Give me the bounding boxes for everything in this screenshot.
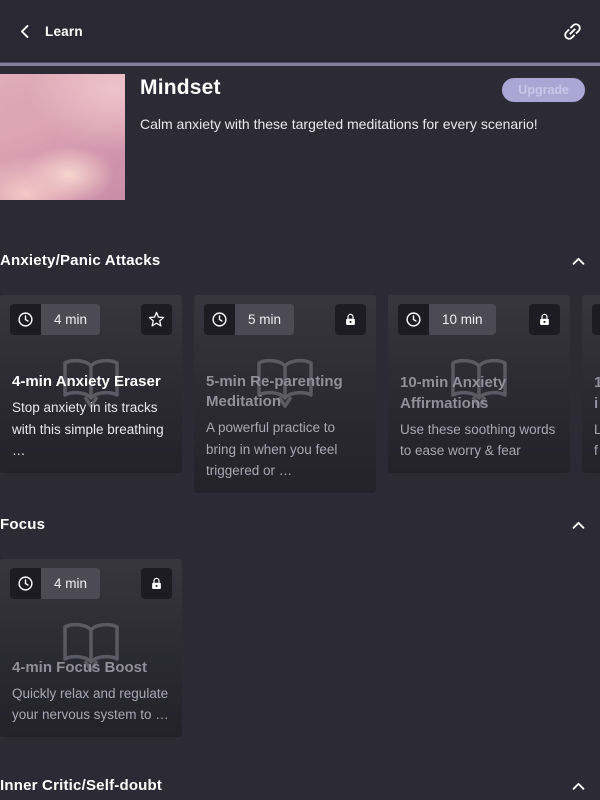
card-badges: 4 min <box>0 559 182 608</box>
duration-badge: 4 min <box>10 304 101 335</box>
duration-label: 4 min <box>41 304 101 335</box>
card-text: 4-min Anxiety Eraser Stop anxiety in its… <box>0 364 182 473</box>
meditation-section: Inner Critic/Self-doubt <box>0 777 600 794</box>
meditation-card[interactable]: 1 i L f <box>582 295 600 473</box>
share-link-button[interactable] <box>561 20 584 43</box>
card-text: 4-min Focus Boost Quickly relax and regu… <box>0 650 182 737</box>
card-text: 1 i L f <box>582 365 600 473</box>
meditation-section: Focus 4 min 4-min Focus Boost Quickly re… <box>0 516 600 737</box>
locked-badge <box>529 304 560 335</box>
section-header: Focus <box>0 516 600 533</box>
app-screen: Learn Mindset Upgrade Calm anxiety with … <box>0 0 600 800</box>
meditation-section: Anxiety/Panic Attacks 4 min 4-min Anxiet… <box>0 252 600 493</box>
duration-badge: 4 min <box>10 568 101 599</box>
duration-label: 5 min <box>235 304 295 335</box>
card-title: 10-min Anxiety Affirmations <box>400 374 507 412</box>
collapse-section-button[interactable] <box>570 518 587 532</box>
duration-badge <box>592 304 600 335</box>
upgrade-button[interactable]: Upgrade <box>502 78 585 102</box>
card-badges: 10 min <box>388 295 570 344</box>
card-description: A powerful practice to bring in when you… <box>206 420 338 479</box>
link-icon <box>561 20 584 43</box>
duration-label: 4 min <box>41 568 101 599</box>
section-header: Inner Critic/Self-doubt <box>0 777 600 794</box>
card-text: 10-min Anxiety Affirmations Use these so… <box>388 365 570 473</box>
collection-header: Mindset Upgrade Calm anxiety with these … <box>0 74 600 200</box>
star-icon <box>148 311 165 328</box>
collapse-section-button[interactable] <box>570 254 587 268</box>
card-row: 4 min 4-min Anxiety Eraser Stop anxiety … <box>0 295 600 493</box>
back-label: Learn <box>45 23 83 39</box>
chevron-up-icon <box>570 779 587 793</box>
clock-icon <box>10 568 41 599</box>
lock-icon <box>343 312 358 328</box>
clock-icon <box>204 304 235 335</box>
header-divider <box>0 62 600 66</box>
card-badges: 5 min <box>194 295 376 344</box>
section-title: Anxiety/Panic Attacks <box>0 252 161 269</box>
lock-icon <box>537 312 552 328</box>
sections: Anxiety/Panic Attacks 4 min 4-min Anxiet… <box>0 252 600 794</box>
collapse-section-button[interactable] <box>570 779 587 793</box>
card-title: 4-min Anxiety Eraser <box>12 372 161 390</box>
card-title: 4-min Focus Boost <box>12 658 148 676</box>
clock-icon <box>592 304 600 335</box>
card-row: 4 min 4-min Focus Boost Quickly relax an… <box>0 559 600 737</box>
top-bar: Learn <box>0 0 600 62</box>
back-button[interactable]: Learn <box>16 22 83 41</box>
meditation-card[interactable]: 10 min 10-min Anxiety Affirmations Use t… <box>388 295 570 473</box>
meditation-card[interactable]: 4 min 4-min Focus Boost Quickly relax an… <box>0 559 182 737</box>
card-title: 1 i <box>594 374 600 412</box>
card-description: Stop anxiety in its tracks with this sim… <box>12 400 164 459</box>
card-text: 5-min Re-parenting Meditation A powerful… <box>194 364 376 493</box>
card-title: 5-min Re-parenting Meditation <box>206 372 343 410</box>
card-description: L f <box>594 421 600 459</box>
duration-badge: 5 min <box>204 304 295 335</box>
locked-badge <box>141 568 172 599</box>
meditation-card[interactable]: 5 min 5-min Re-parenting Meditation A po… <box>194 295 376 493</box>
card-description: Use these soothing words to ease worry &… <box>400 421 556 459</box>
meditation-card[interactable]: 4 min 4-min Anxiety Eraser Stop anxiety … <box>0 295 182 473</box>
clock-icon <box>398 304 429 335</box>
chevron-up-icon <box>570 254 587 268</box>
chevron-left-icon <box>16 22 35 41</box>
collection-description: Calm anxiety with these targeted meditat… <box>140 116 538 132</box>
card-badges: 4 min <box>0 295 182 344</box>
section-title: Focus <box>0 516 46 533</box>
card-description: Quickly relax and regulate your nervous … <box>12 685 169 723</box>
locked-badge <box>335 304 366 335</box>
section-title: Inner Critic/Self-doubt <box>0 777 163 794</box>
section-header: Anxiety/Panic Attacks <box>0 252 600 269</box>
favorite-button[interactable] <box>141 304 172 335</box>
page-title: Mindset <box>140 76 221 99</box>
lock-icon <box>149 576 164 592</box>
duration-label: 10 min <box>429 304 496 335</box>
duration-badge: 10 min <box>398 304 496 335</box>
chevron-up-icon <box>570 518 587 532</box>
collection-cover-image <box>0 74 125 200</box>
clock-icon <box>10 304 41 335</box>
card-badges <box>582 295 600 344</box>
